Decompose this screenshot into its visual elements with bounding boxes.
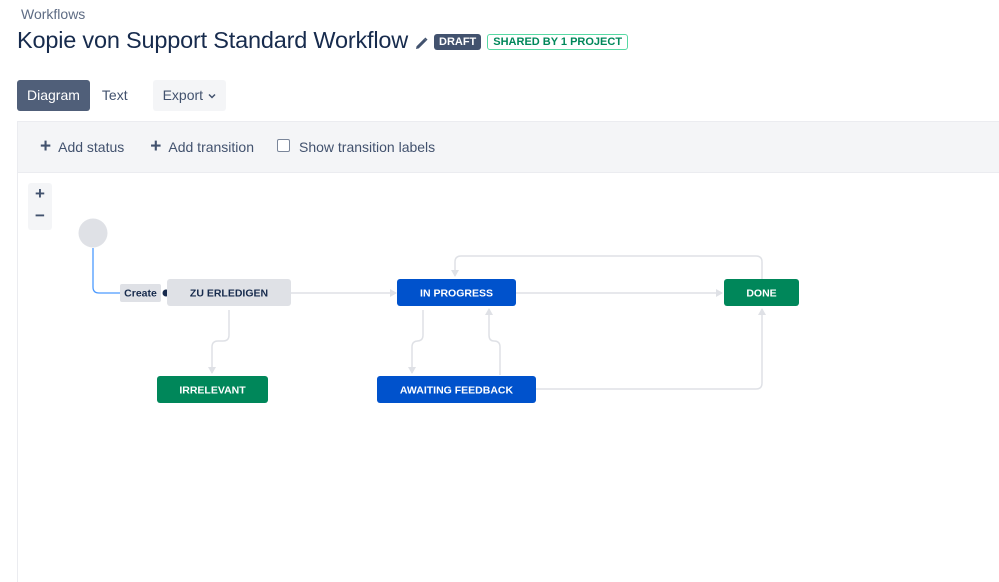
create-transition-line[interactable] xyxy=(92,248,122,294)
status-awaiting-feedback-label: AWAITING FEEDBACK xyxy=(400,385,514,397)
workflow-diagram: Create ZU ERLEDIGEN IN PROGRESS DONE IRR… xyxy=(78,218,799,403)
transition-awaiting-feedback-to-in-progress[interactable] xyxy=(485,308,501,375)
transition-in-progress-to-awaiting-feedback[interactable] xyxy=(408,310,424,374)
status-in-progress[interactable]: IN PROGRESS xyxy=(397,279,516,306)
status-zu-erledigen-label: ZU ERLEDIGEN xyxy=(190,288,268,300)
transition-awaiting-feedback-to-done[interactable] xyxy=(536,308,766,390)
transition-zu-erledigen-to-irrelevant[interactable] xyxy=(208,310,230,374)
status-irrelevant[interactable]: IRRELEVANT xyxy=(157,376,268,403)
status-done[interactable]: DONE xyxy=(724,279,799,306)
status-awaiting-feedback[interactable]: AWAITING FEEDBACK xyxy=(377,376,536,403)
start-node[interactable] xyxy=(78,218,108,248)
status-done-label: DONE xyxy=(746,288,776,300)
status-in-progress-label: IN PROGRESS xyxy=(420,288,493,300)
status-zu-erledigen[interactable]: ZU ERLEDIGEN xyxy=(167,279,291,306)
transition-done-to-in-progress[interactable] xyxy=(451,255,763,279)
status-irrelevant-label: IRRELEVANT xyxy=(179,385,246,397)
create-transition-label[interactable]: Create xyxy=(124,288,157,300)
